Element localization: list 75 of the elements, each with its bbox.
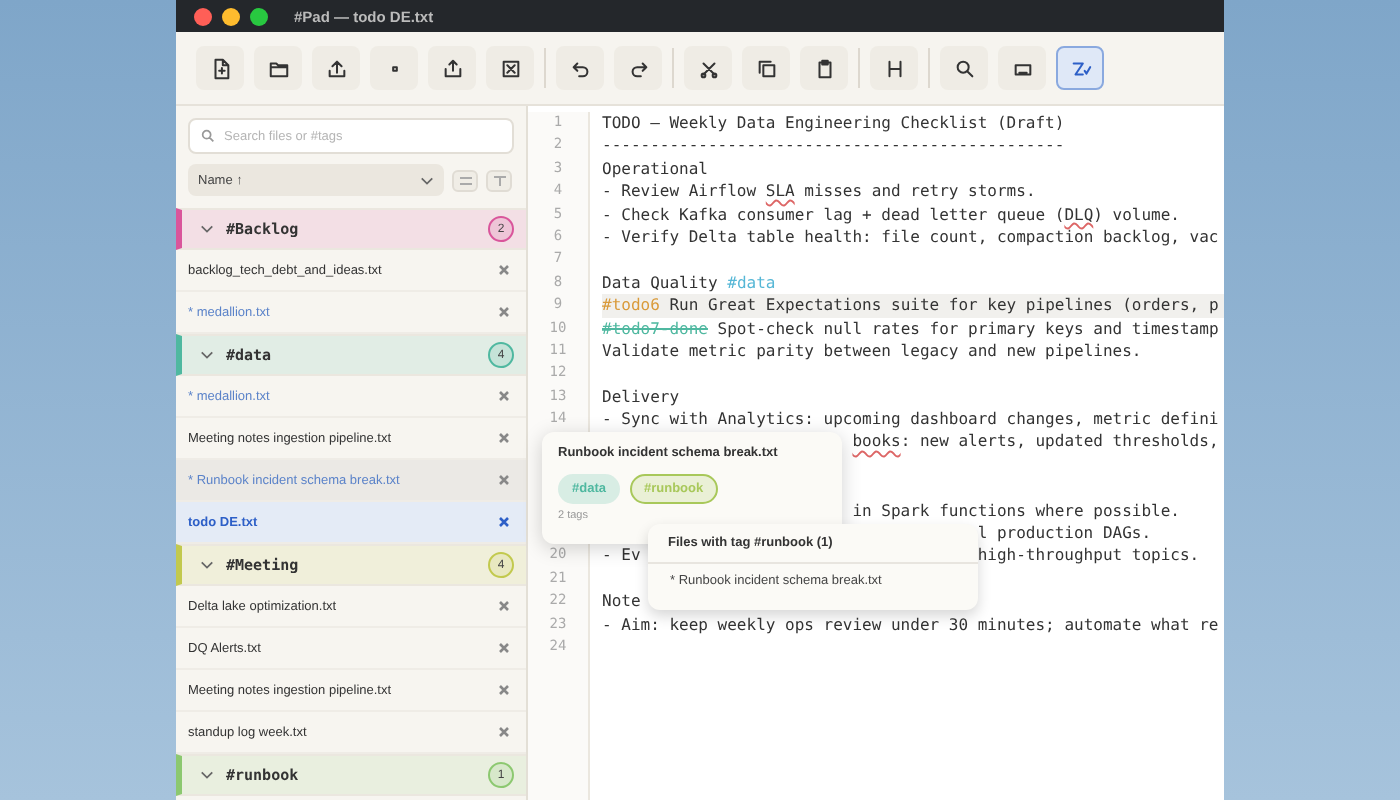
zoom-window-button[interactable] bbox=[250, 7, 268, 25]
close-icon[interactable] bbox=[498, 306, 510, 318]
close-icon[interactable] bbox=[498, 726, 510, 738]
search-icon bbox=[200, 128, 216, 144]
misspelled-word: DLQ bbox=[1064, 203, 1094, 226]
minimize-window-button[interactable] bbox=[222, 7, 240, 25]
upload-icon bbox=[325, 57, 347, 79]
upload-button[interactable] bbox=[312, 46, 360, 90]
code-text: - Aim: keep weekly ops review under 30 minutes; automate what re bbox=[602, 613, 1219, 636]
undo-button[interactable] bbox=[556, 46, 604, 90]
code-text: ------------------------------------------------ bbox=[602, 134, 1065, 158]
keyboard-button[interactable] bbox=[998, 46, 1046, 90]
code-text: - Check Kafka consumer lag + dead letter queue ( bbox=[602, 203, 1065, 226]
code-text: in Spark functions where possible. bbox=[852, 499, 1180, 523]
code-text: : new alerts, updated thresholds, bbox=[900, 430, 1219, 454]
code-text: TODO — Weekly Data Engineering Checklist (Draft) bbox=[602, 112, 1065, 135]
code-text: Delivery bbox=[602, 385, 680, 409]
chevron-down-icon bbox=[200, 560, 214, 570]
close-icon[interactable] bbox=[498, 684, 510, 696]
paste-icon bbox=[813, 57, 835, 79]
copy-icon bbox=[755, 57, 777, 79]
undo-icon bbox=[569, 57, 591, 79]
heading-button[interactable] bbox=[870, 46, 918, 90]
export-icon bbox=[441, 57, 463, 79]
folder-button[interactable] bbox=[254, 46, 302, 90]
export-button[interactable] bbox=[428, 46, 476, 90]
redo-icon bbox=[627, 57, 649, 79]
cut-button[interactable] bbox=[684, 46, 732, 90]
code-text: Note bbox=[602, 590, 641, 614]
dot-button[interactable] bbox=[370, 46, 418, 90]
code-text: Operational bbox=[602, 157, 708, 181]
search-button[interactable] bbox=[940, 46, 988, 90]
lines-icon bbox=[459, 175, 471, 185]
new-file-icon bbox=[209, 57, 231, 79]
wrap-icon bbox=[1069, 57, 1091, 79]
close-box-icon bbox=[499, 57, 521, 79]
code-text: misses and retry storms. bbox=[802, 180, 1036, 204]
code-text: ) volume. bbox=[1093, 203, 1180, 226]
redo-button[interactable] bbox=[614, 46, 662, 90]
chevron-down-icon bbox=[200, 224, 214, 234]
code-text: - Review Airflow bbox=[602, 180, 759, 204]
todo-tag: #todo6 bbox=[602, 294, 660, 318]
copy-button[interactable] bbox=[742, 46, 790, 90]
code-text: Validate metric parity between legacy and new pipelines. bbox=[602, 339, 1142, 363]
code-text: high-throughput topics. bbox=[977, 544, 1200, 568]
chevron-down-icon bbox=[420, 175, 434, 185]
heading-icon bbox=[883, 57, 905, 79]
code-text: - Verify Delta table health: file count, compaction backlog, vac bbox=[602, 225, 1219, 249]
close-icon[interactable] bbox=[498, 432, 510, 444]
folder-icon bbox=[267, 57, 289, 79]
wrap-button[interactable] bbox=[1056, 46, 1104, 90]
close-window-button[interactable] bbox=[194, 7, 212, 25]
code-text: Run Great Expectations suite for key pipelines (orders, p bbox=[667, 294, 1219, 318]
close-icon[interactable] bbox=[498, 390, 510, 402]
misspelled-word: books bbox=[852, 430, 901, 454]
close-icon[interactable] bbox=[498, 600, 510, 612]
cut-icon bbox=[697, 57, 719, 79]
paste-button[interactable] bbox=[800, 46, 848, 90]
done-tag: #todo7-done bbox=[602, 317, 708, 340]
code-text: Data Quality bbox=[602, 271, 720, 295]
filter-icon bbox=[493, 175, 505, 185]
close-icon[interactable] bbox=[498, 516, 510, 528]
code-text: l production DAGs. bbox=[977, 522, 1152, 545]
code-text: Spot-check null rates for primary keys and timestamp bbox=[715, 317, 1219, 340]
close-icon[interactable] bbox=[498, 474, 510, 486]
chevron-down-icon bbox=[200, 770, 214, 780]
new-file-button[interactable] bbox=[196, 46, 244, 90]
search-icon bbox=[953, 57, 975, 79]
close-icon[interactable] bbox=[498, 642, 510, 654]
close-icon[interactable] bbox=[498, 264, 510, 276]
chevron-down-icon bbox=[200, 350, 214, 360]
code-text: - Ev bbox=[602, 544, 641, 568]
misspelled-word: SLA bbox=[765, 180, 795, 204]
code-text: - Sync with Analytics: upcoming dashboard changes, metric defini bbox=[602, 408, 1219, 431]
close-box-button[interactable] bbox=[486, 46, 534, 90]
